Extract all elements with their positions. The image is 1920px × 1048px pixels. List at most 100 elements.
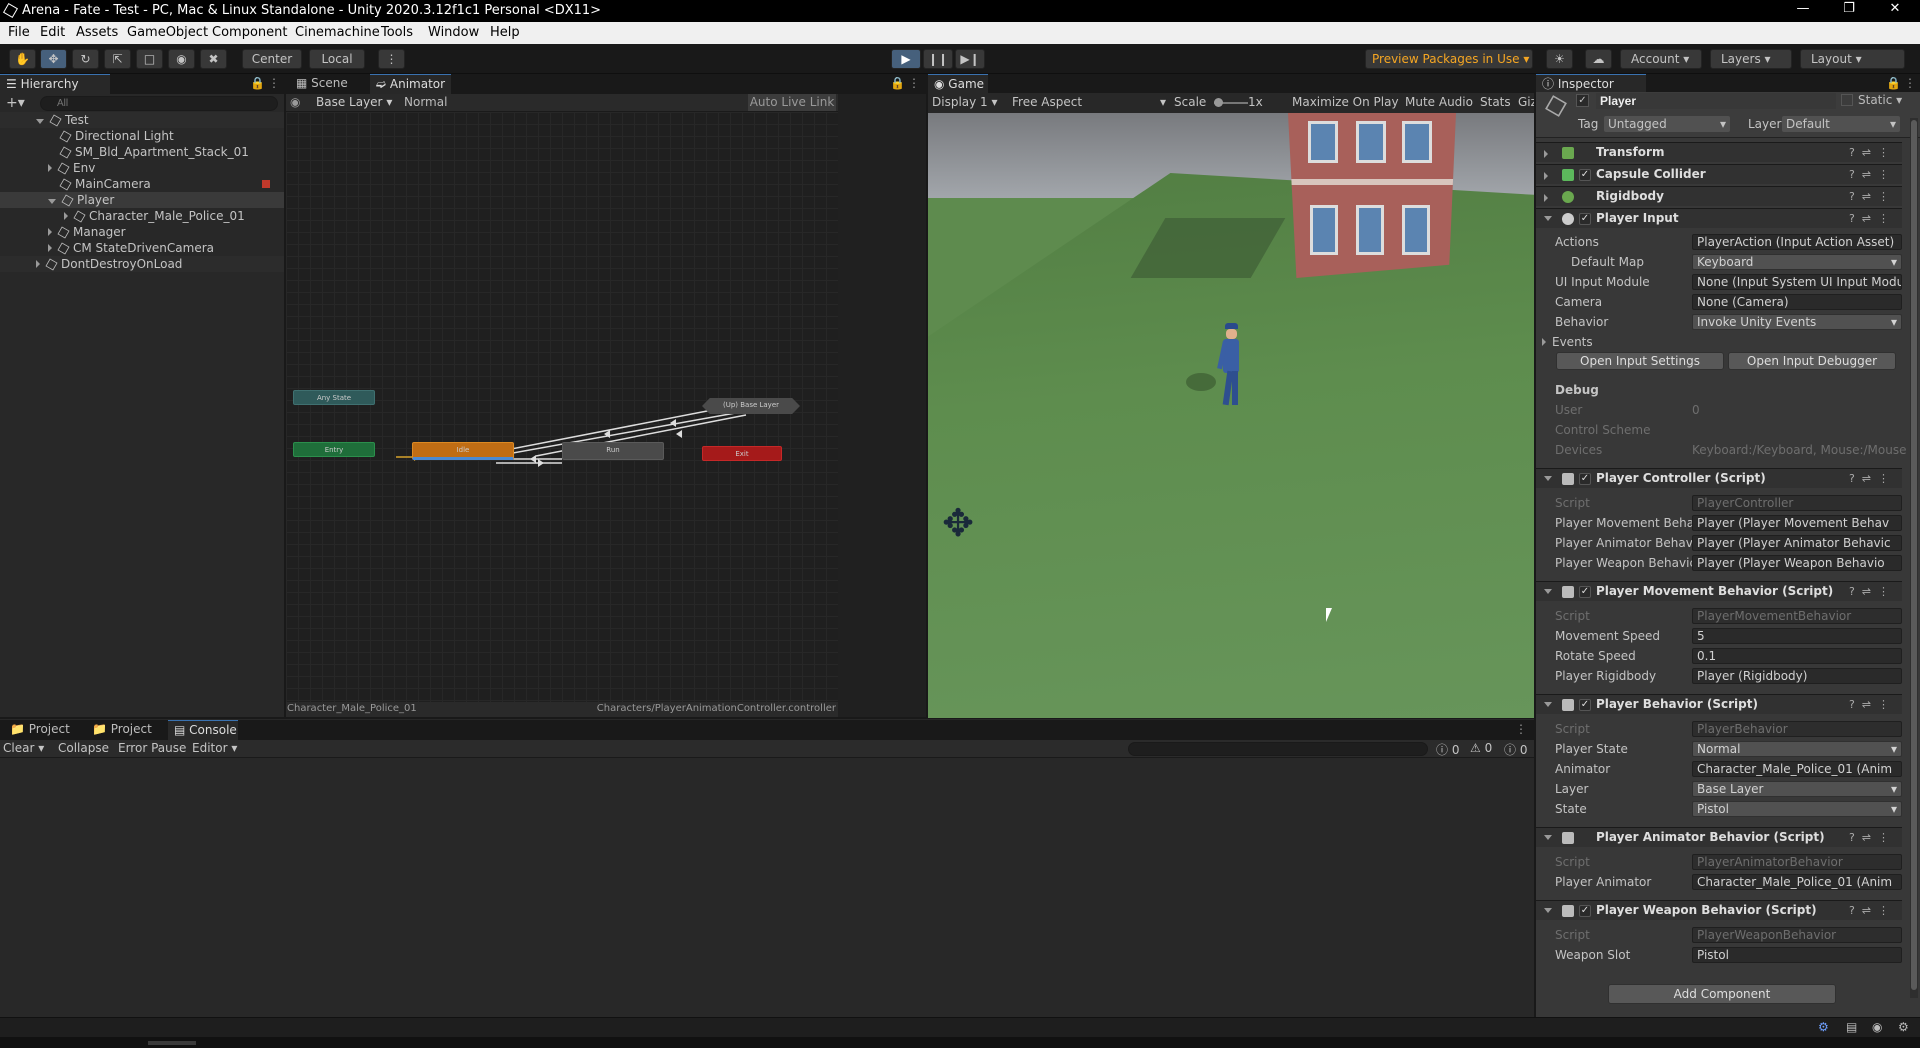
move-tool-icon[interactable]: ✥ — [40, 49, 67, 69]
hierarchy-item-manager[interactable]: Manager — [0, 224, 126, 240]
component-enabled-checkbox[interactable]: ✓ — [1579, 213, 1591, 225]
tab-project-2[interactable]: 📁 Project — [86, 720, 158, 740]
menu-cinemachine[interactable]: Cinemachine — [295, 25, 380, 40]
component-tools[interactable]: ?⇌⋮ — [1849, 469, 1896, 488]
tab-inspector[interactable]: ⓘ Inspector — [1536, 74, 1646, 94]
hierarchy-item-directional-light[interactable]: Directional Light — [0, 128, 174, 144]
layers-dropdown[interactable]: Layers ▾ — [1710, 49, 1792, 69]
scrollbar-thumb[interactable] — [1911, 120, 1917, 990]
menu-assets[interactable]: Assets — [76, 25, 118, 40]
cache-server-icon[interactable]: ▤ — [1846, 1020, 1857, 1034]
editor-dropdown[interactable]: Editor ▾ — [192, 741, 237, 755]
hand-tool-icon[interactable]: ✋ — [9, 49, 36, 69]
component-player-animator[interactable]: Player Animator Behavior (Script) ?⇌⋮ — [1536, 827, 1902, 847]
hierarchy-item-apartment[interactable]: SM_Bld_Apartment_Stack_01 — [0, 144, 249, 160]
active-checkbox[interactable]: ✓ — [1576, 94, 1589, 107]
component-player-movement[interactable]: ✓ Player Movement Behavior (Script) ?⇌⋮ — [1536, 581, 1902, 601]
step-button[interactable]: ▶❙ — [955, 49, 985, 69]
close-button[interactable]: ✕ — [1872, 1, 1918, 21]
maximize-button[interactable]: ❐ — [1826, 1, 1872, 21]
tab-scene[interactable]: ▦ Scene — [290, 74, 354, 94]
component-capsule-collider[interactable]: ✓ Capsule Collider ?⇌⋮ — [1536, 164, 1902, 184]
warning-count-toggle[interactable]: ⚠ 0 — [1470, 741, 1492, 755]
panel-menu-icon[interactable]: ⋮ — [908, 76, 920, 90]
rotate-speed-input[interactable]: 0.1 — [1692, 648, 1902, 664]
rotate-tool-icon[interactable]: ↻ — [72, 49, 99, 69]
menu-window[interactable]: Window — [428, 25, 479, 40]
hierarchy-item-env[interactable]: Env — [0, 160, 95, 176]
menu-gameobject[interactable]: GameObject — [127, 25, 208, 40]
menu-edit[interactable]: Edit — [40, 25, 65, 40]
menu-help[interactable]: Help — [490, 25, 520, 40]
any-state-node[interactable]: Any State — [293, 390, 375, 405]
rect-tool-icon[interactable]: □ — [136, 49, 163, 69]
hierarchy-search-input[interactable] — [40, 96, 278, 111]
component-enabled-checkbox[interactable]: ✓ — [1579, 586, 1591, 598]
tag-dropdown[interactable]: Untagged ▾ — [1604, 116, 1730, 132]
panel-menu-icon[interactable]: ⋮ — [1904, 76, 1916, 90]
hierarchy-item-test[interactable]: Test — [0, 112, 284, 128]
component-tools[interactable]: ?⇌⋮ — [1849, 582, 1896, 601]
space-local-toggle[interactable]: Local — [309, 49, 365, 69]
scale-tool-icon[interactable]: ⇱ — [104, 49, 131, 69]
component-enabled-checkbox[interactable]: ✓ — [1579, 905, 1591, 917]
state-dropdown[interactable]: Pistol ▾ — [1692, 801, 1902, 817]
component-enabled-checkbox[interactable]: ✓ — [1579, 169, 1591, 181]
component-tools[interactable]: ?⇌⋮ — [1849, 187, 1896, 206]
auto-live-link-button[interactable]: Auto Live Link — [748, 94, 836, 111]
layer-dropdown[interactable]: Base Layer ▾ — [1692, 781, 1902, 797]
eye-icon[interactable]: ◉ — [290, 95, 300, 109]
aspect-dropdown[interactable]: Free Aspect ▾ — [1012, 95, 1168, 109]
component-tools[interactable]: ?⇌⋮ — [1849, 695, 1896, 714]
weapon-slot-field[interactable]: Pistol — [1692, 947, 1902, 963]
behavior-dropdown[interactable]: Invoke Unity Events ▾ — [1692, 314, 1902, 330]
static-checkbox[interactable] — [1841, 94, 1853, 106]
inspector-scrollbar[interactable] — [1910, 118, 1918, 998]
game-view[interactable]: ✥ — [928, 113, 1534, 718]
hierarchy-item-cm-camera[interactable]: CM StateDrivenCamera — [0, 240, 214, 256]
layout-dropdown[interactable]: Layout ▾ — [1800, 49, 1905, 69]
component-player-behavior[interactable]: ✓ Player Behavior (Script) ?⇌⋮ — [1536, 694, 1902, 714]
minimize-button[interactable]: — — [1780, 1, 1826, 21]
player-rigidbody-field[interactable]: Player (Rigidbody) — [1692, 668, 1902, 684]
component-tools[interactable]: ?⇌⋮ — [1849, 209, 1896, 228]
component-player-input[interactable]: ✓ Player Input ?⇌⋮ — [1536, 208, 1902, 228]
tab-console[interactable]: ▤ Console — [168, 720, 238, 740]
account-dropdown[interactable]: Account ▾ — [1620, 49, 1702, 69]
custom-tool-icon[interactable]: ✖ — [200, 49, 227, 69]
ui-input-module-field[interactable]: None (Input System UI Input Modu — [1692, 274, 1902, 290]
component-rigidbody[interactable]: Rigidbody ?⇌⋮ — [1536, 186, 1902, 206]
animator-graph[interactable]: Any State Entry Idle Run Exit (Up) Base … — [286, 112, 838, 702]
component-tools[interactable]: ?⇌⋮ — [1849, 828, 1896, 847]
settings-icon[interactable]: ⚙ — [1898, 1020, 1909, 1034]
player-animator-field[interactable]: Character_Male_Police_01 (Anim — [1692, 874, 1902, 890]
stats-toggle[interactable]: Stats — [1480, 95, 1511, 109]
debug-mode-icon[interactable]: ◉ — [1872, 1020, 1882, 1034]
movement-speed-input[interactable]: 5 — [1692, 628, 1902, 644]
add-component-button[interactable]: Add Component — [1608, 984, 1836, 1004]
log-count-toggle[interactable]: ⓘ 0 — [1436, 741, 1459, 758]
tab-game[interactable]: ◉ Game — [928, 74, 988, 94]
display-dropdown[interactable]: Display 1 ▾ — [932, 95, 998, 109]
component-tools[interactable]: ?⇌⋮ — [1849, 901, 1896, 920]
menu-component[interactable]: Component — [212, 25, 287, 40]
mute-audio-toggle[interactable]: Mute Audio — [1405, 95, 1473, 109]
animator-field[interactable]: Character_Male_Police_01 (Anim — [1692, 761, 1902, 777]
error-count-toggle[interactable]: ⓘ 0 — [1504, 741, 1527, 758]
component-enabled-checkbox[interactable]: ✓ — [1579, 473, 1591, 485]
hierarchy-item-player[interactable]: Player — [0, 192, 284, 208]
exit-node[interactable]: Exit — [702, 446, 782, 461]
play-button[interactable]: ▶ — [891, 49, 921, 69]
panel-menu-icon[interactable]: ⋮ — [268, 76, 280, 90]
run-node[interactable]: Run — [562, 442, 664, 460]
clear-button[interactable]: Clear ▾ — [3, 741, 44, 755]
up-base-layer-node[interactable]: (Up) Base Layer — [702, 398, 800, 414]
tab-hierarchy[interactable]: ☰ Hierarchy — [0, 74, 110, 94]
lock-icon[interactable]: 🔒 — [1886, 76, 1901, 90]
pivot-center-toggle[interactable]: Center — [242, 49, 302, 69]
hierarchy-item-dontdestroy[interactable]: DontDestroyOnLoad — [0, 256, 284, 272]
player-state-dropdown[interactable]: Normal ▾ — [1692, 741, 1902, 757]
layer-dropdown[interactable]: Default ▾ — [1782, 116, 1900, 132]
background-tasks-icon[interactable]: ⚙ — [1818, 1020, 1829, 1034]
component-transform[interactable]: Transform ?⇌⋮ — [1536, 142, 1902, 162]
